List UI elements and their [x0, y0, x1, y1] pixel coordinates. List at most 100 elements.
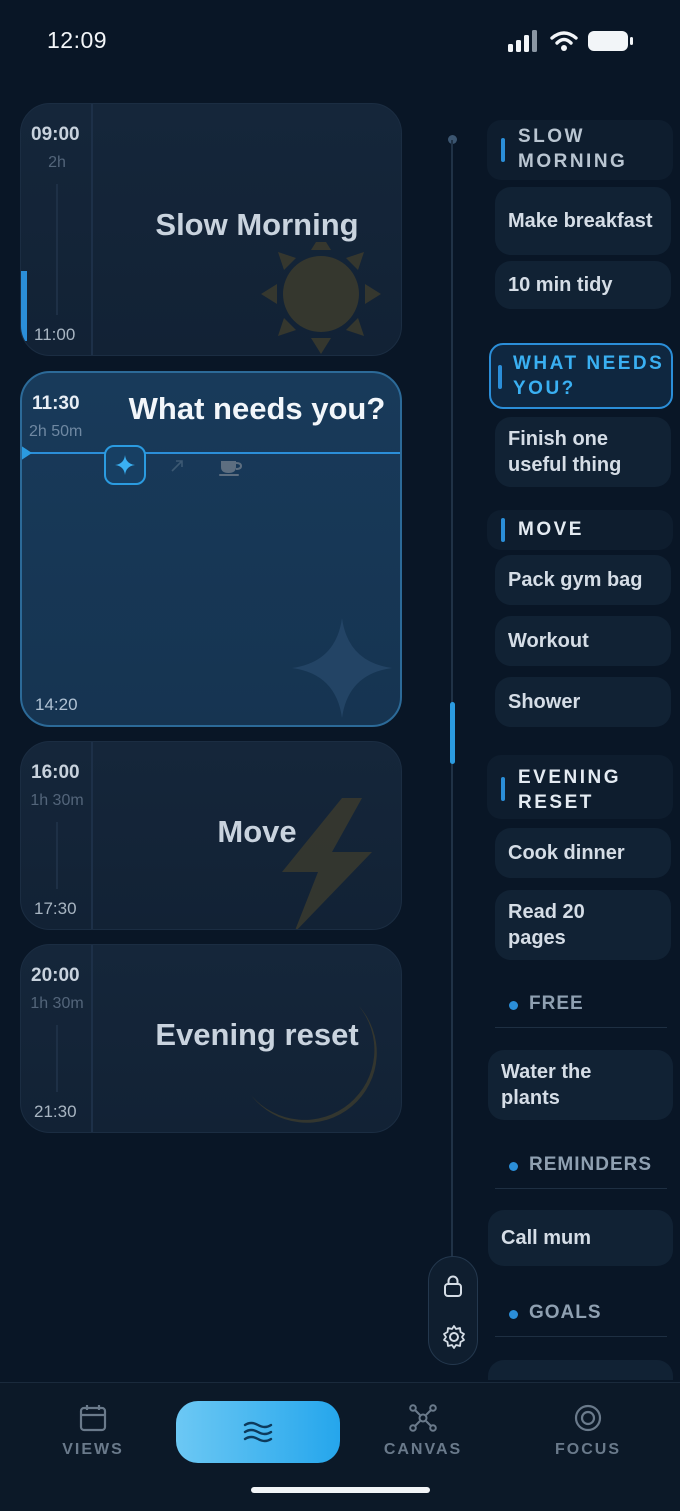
timeline-divider — [56, 184, 58, 315]
group-header-slow-morning[interactable]: SLOW MORNING — [487, 120, 673, 180]
nav-timeline[interactable] — [176, 1401, 340, 1463]
sun-icon — [261, 242, 381, 354]
time-column: 09:00 2h 11:00 — [21, 104, 93, 355]
wifi-icon — [550, 31, 578, 51]
group-marker — [498, 365, 502, 389]
now-marker-icon — [22, 446, 32, 460]
cellular-signal-icon — [508, 30, 537, 52]
card-title: Slow Morning — [155, 207, 359, 242]
time-column: 11:30 2h 50m 14:20 — [22, 373, 94, 725]
timeline-divider — [56, 1025, 58, 1092]
gear-icon[interactable] — [441, 1324, 467, 1350]
status-bar: 12:09 — [0, 0, 680, 84]
canvas-nodes-icon — [409, 1404, 437, 1432]
lock-icon[interactable] — [443, 1274, 463, 1298]
task-item[interactable]: Read 20 pages — [495, 890, 671, 960]
section-dot — [509, 1001, 518, 1010]
status-time: 12:09 — [47, 27, 108, 53]
progress-indicator — [21, 271, 27, 341]
sparkle-icon — [115, 455, 135, 475]
group-header-move[interactable]: MOVE — [487, 510, 673, 550]
end-time: 17:30 — [34, 899, 77, 918]
task-label: Cook dinner — [508, 842, 625, 864]
end-time: 21:30 — [34, 1102, 77, 1121]
coffee-icon[interactable] — [218, 455, 244, 477]
task-item[interactable]: Workout — [495, 616, 671, 666]
task-item[interactable]: Finish one useful thing — [495, 417, 671, 487]
section-title: REMINDERS — [529, 1154, 653, 1175]
nav-label: CANVAS — [383, 1441, 463, 1458]
group-header-what-needs-you[interactable]: WHAT NEEDS YOU? — [489, 343, 673, 409]
task-label: 10 min tidy — [508, 274, 613, 296]
nav-views[interactable]: VIEWS — [8, 1383, 178, 1483]
group-header-evening-reset[interactable]: EVENING RESET — [487, 755, 673, 819]
nav-focus[interactable]: FOCUS — [503, 1383, 673, 1483]
task-label: Workout — [508, 630, 589, 652]
section-title: GOALS — [529, 1302, 602, 1323]
start-time: 11:30 — [32, 393, 80, 414]
section-header-goals: GOALS — [495, 1297, 667, 1337]
duration: 1h 30m — [30, 792, 84, 809]
time-column: 16:00 1h 30m 17:30 — [21, 742, 93, 929]
end-time: 14:20 — [35, 695, 78, 714]
task-item[interactable]: Shower — [495, 677, 671, 727]
schedule-card-what-needs-you[interactable]: 11:30 2h 50m 14:20 What needs you? — [20, 371, 402, 727]
task-label: Shower — [508, 691, 581, 713]
start-time: 20:00 — [31, 965, 80, 986]
group-title: EVENING RESET — [518, 767, 622, 813]
card-title: What needs you? — [128, 391, 386, 426]
group-title: WHAT NEEDS YOU? — [513, 353, 665, 399]
section-title: FREE — [529, 993, 584, 1014]
arrow-icon[interactable] — [170, 459, 184, 473]
status-icons — [508, 30, 634, 52]
focus-target-icon — [574, 1404, 602, 1432]
end-time: 11:00 — [34, 325, 76, 344]
nav-label: VIEWS — [62, 1441, 124, 1458]
section-dot — [509, 1162, 518, 1171]
sparkle-button[interactable] — [104, 445, 146, 485]
task-label: Water the plants — [501, 1061, 592, 1109]
star-icon — [292, 618, 392, 718]
section-header-free: FREE — [495, 988, 667, 1028]
start-time: 09:00 — [31, 124, 80, 145]
task-item[interactable]: Pack gym bag — [495, 555, 671, 605]
group-title: MOVE — [518, 519, 584, 540]
group-title: SLOW MORNING — [518, 126, 628, 172]
duration: 2h — [48, 154, 66, 171]
task-label: Make breakfast — [508, 210, 653, 232]
task-label: Pack gym bag — [508, 569, 643, 591]
now-line — [22, 452, 400, 454]
schedule-card-evening-reset[interactable]: 20:00 1h 30m 21:30 Evening reset — [20, 944, 402, 1133]
task-item[interactable]: Water the plants — [488, 1050, 673, 1120]
group-marker — [501, 138, 505, 162]
task-label: Read 20 pages — [508, 901, 585, 949]
scroll-thumb[interactable] — [450, 702, 455, 764]
lock-settings-pill — [428, 1256, 478, 1365]
section-header-reminders: REMINDERS — [495, 1149, 667, 1189]
card-title: Evening reset — [155, 1017, 359, 1052]
goal-item[interactable] — [488, 1360, 673, 1380]
timeline-divider — [56, 822, 58, 889]
schedule-card-slow-morning[interactable]: 09:00 2h 11:00 Slow Morning — [20, 103, 402, 356]
waves-icon — [243, 1421, 273, 1443]
group-marker — [501, 777, 505, 801]
task-item[interactable]: Call mum — [488, 1210, 673, 1266]
section-dot — [509, 1310, 518, 1319]
group-marker — [501, 518, 505, 542]
task-item[interactable]: Cook dinner — [495, 828, 671, 878]
task-label: Call mum — [501, 1227, 592, 1249]
time-column: 20:00 1h 30m 21:30 — [21, 945, 93, 1132]
home-indicator[interactable] — [251, 1487, 430, 1493]
task-label: Finish one useful thing — [508, 428, 622, 476]
duration: 1h 30m — [30, 995, 84, 1012]
task-item[interactable]: 10 min tidy — [495, 261, 671, 309]
nav-canvas[interactable]: CANVAS — [338, 1383, 508, 1483]
start-time: 16:00 — [31, 762, 80, 783]
schedule-card-move[interactable]: 16:00 1h 30m 17:30 Move — [20, 741, 402, 930]
task-item[interactable]: Make breakfast — [495, 187, 671, 255]
task-lane: SLOW MORNING Make breakfast 10 min tidy … — [487, 100, 680, 1380]
card-title: Move — [217, 814, 297, 849]
battery-icon — [588, 31, 633, 51]
nav-label: FOCUS — [555, 1441, 621, 1458]
duration: 2h 50m — [29, 423, 83, 440]
